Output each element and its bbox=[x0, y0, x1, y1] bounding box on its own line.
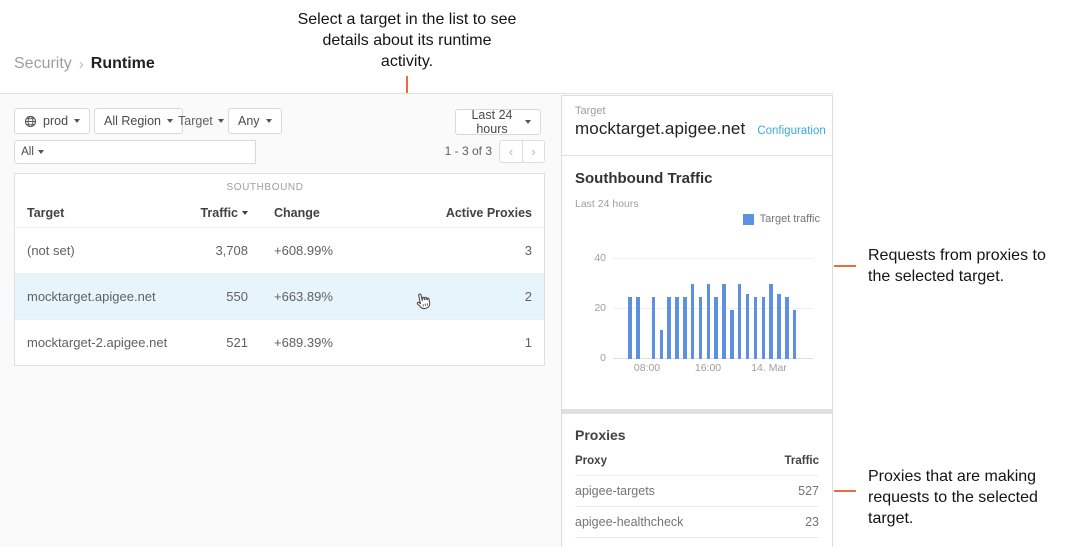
col-proxy-traffic: Traffic bbox=[784, 455, 819, 467]
chevron-right-icon: › bbox=[79, 56, 84, 73]
targets-table: SOUTHBOUND Target Traffic Change Active … bbox=[14, 173, 545, 366]
cell-target: (not set) bbox=[27, 243, 176, 258]
region-value: All Region bbox=[104, 114, 161, 128]
chevron-down-icon bbox=[74, 119, 80, 123]
configuration-link[interactable]: Configuration bbox=[757, 125, 825, 137]
col-proxy: Proxy bbox=[575, 455, 607, 467]
chevron-down-icon bbox=[266, 119, 272, 123]
target-label: Target bbox=[575, 105, 819, 117]
y-tick: 20 bbox=[580, 302, 606, 314]
header-divider bbox=[0, 93, 833, 94]
hand-cursor-icon bbox=[414, 291, 433, 311]
proxies-section: Proxies Proxy Traffic apigee-targets 527… bbox=[562, 427, 832, 538]
chart-legend: Target traffic bbox=[743, 213, 820, 225]
cell-active-proxies: 3 bbox=[374, 243, 532, 258]
annotation-line-proxies bbox=[834, 490, 856, 492]
proxy-row[interactable]: apigee-healthcheck 23 bbox=[575, 507, 819, 538]
annotation-requests: Requests from proxies to the selected ta… bbox=[868, 245, 1058, 287]
col-traffic-sort[interactable]: Traffic bbox=[176, 206, 248, 220]
target-filter-dropdown[interactable]: Target bbox=[178, 108, 224, 134]
table-row[interactable]: mocktarget-2.apigee.net 521 +689.39% 1 bbox=[15, 319, 544, 365]
col-target: Target bbox=[27, 206, 176, 220]
search-input[interactable] bbox=[50, 140, 256, 164]
cell-active-proxies: 1 bbox=[374, 335, 532, 350]
chevron-down-icon bbox=[167, 119, 173, 123]
table-row[interactable]: (not set) 3,708 +608.99% 3 bbox=[15, 227, 544, 273]
table-header-row: Target Traffic Change Active Proxies bbox=[15, 198, 544, 227]
gridline-40 bbox=[613, 258, 813, 259]
region-dropdown[interactable]: All Region bbox=[94, 108, 183, 134]
col-active-proxies: Active Proxies bbox=[374, 206, 532, 220]
annotation-select-target: Select a target in the list to see detai… bbox=[296, 9, 518, 72]
cell-change: +663.89% bbox=[274, 289, 374, 304]
cell-traffic: 521 bbox=[176, 335, 248, 350]
cell-target: mocktarget.apigee.net bbox=[27, 289, 176, 304]
southbound-traffic-chart: Southbound Traffic Last 24 hours Target … bbox=[562, 156, 832, 409]
cell-traffic: 3,708 bbox=[176, 243, 248, 258]
target-detail-header: Target mocktarget.apigee.net Configurati… bbox=[562, 96, 832, 156]
section-divider bbox=[562, 409, 832, 414]
chart-title: Southbound Traffic bbox=[575, 170, 712, 187]
cell-active-proxies: 2 bbox=[374, 289, 532, 304]
proxy-name: apigee-targets bbox=[575, 484, 655, 498]
col-traffic-label: Traffic bbox=[200, 206, 238, 220]
table-row-selected[interactable]: mocktarget.apigee.net 550 +663.89% 2 bbox=[15, 273, 544, 319]
legend-swatch bbox=[743, 214, 754, 225]
proxy-traffic: 23 bbox=[805, 515, 819, 529]
page: Select a target in the list to see detai… bbox=[0, 0, 1068, 547]
chevron-down-icon bbox=[525, 120, 531, 124]
target-name: mocktarget.apigee.net bbox=[575, 119, 745, 139]
prev-page-button[interactable]: ‹ bbox=[499, 140, 522, 163]
cell-traffic: 550 bbox=[176, 289, 248, 304]
chart-subtitle: Last 24 hours bbox=[575, 198, 639, 210]
environment-dropdown[interactable]: prod bbox=[14, 108, 90, 134]
time-range-value: Last 24 hours bbox=[465, 108, 519, 136]
col-change: Change bbox=[274, 206, 374, 220]
next-page-button[interactable]: › bbox=[522, 140, 545, 163]
table-group-header: SOUTHBOUND bbox=[15, 174, 544, 198]
globe-icon bbox=[24, 115, 37, 128]
chevron-down-icon bbox=[38, 150, 44, 154]
proxies-header-row: Proxy Traffic bbox=[575, 447, 819, 476]
pagination: ‹ › bbox=[499, 140, 545, 163]
any-value: Any bbox=[238, 114, 260, 128]
sort-desc-icon bbox=[242, 211, 248, 215]
target-filter-label: Target bbox=[178, 114, 213, 128]
annotation-proxies: Proxies that are making requests to the … bbox=[868, 466, 1064, 529]
proxies-title: Proxies bbox=[575, 427, 819, 443]
environment-value: prod bbox=[43, 114, 68, 128]
target-detail-card: Target mocktarget.apigee.net Configurati… bbox=[561, 95, 833, 547]
x-tick: 14. Mar bbox=[744, 362, 794, 374]
annotation-line-chart bbox=[834, 265, 856, 267]
southbound-label: SOUTHBOUND bbox=[15, 182, 515, 193]
chevron-down-icon bbox=[218, 119, 224, 123]
pagination-count: 1 - 3 of 3 bbox=[402, 144, 492, 158]
time-range-dropdown[interactable]: Last 24 hours bbox=[455, 109, 541, 135]
search-scope-value: All bbox=[21, 146, 34, 158]
proxy-traffic: 527 bbox=[798, 484, 819, 498]
y-tick: 40 bbox=[580, 252, 606, 264]
breadcrumb: Security › Runtime bbox=[14, 55, 155, 73]
any-dropdown[interactable]: Any bbox=[228, 108, 282, 134]
x-tick: 16:00 bbox=[683, 362, 733, 374]
proxy-row[interactable]: apigee-targets 527 bbox=[575, 476, 819, 507]
search-scope-dropdown[interactable]: All bbox=[14, 140, 51, 164]
legend-label: Target traffic bbox=[760, 213, 820, 225]
page-title: Runtime bbox=[91, 55, 155, 73]
chart-bars bbox=[626, 279, 799, 359]
breadcrumb-security[interactable]: Security bbox=[14, 55, 72, 73]
y-tick: 0 bbox=[580, 352, 606, 364]
cell-change: +689.39% bbox=[274, 335, 374, 350]
cell-change: +608.99% bbox=[274, 243, 374, 258]
x-tick: 08:00 bbox=[622, 362, 672, 374]
cell-target: mocktarget-2.apigee.net bbox=[27, 335, 176, 350]
proxy-name: apigee-healthcheck bbox=[575, 515, 683, 529]
